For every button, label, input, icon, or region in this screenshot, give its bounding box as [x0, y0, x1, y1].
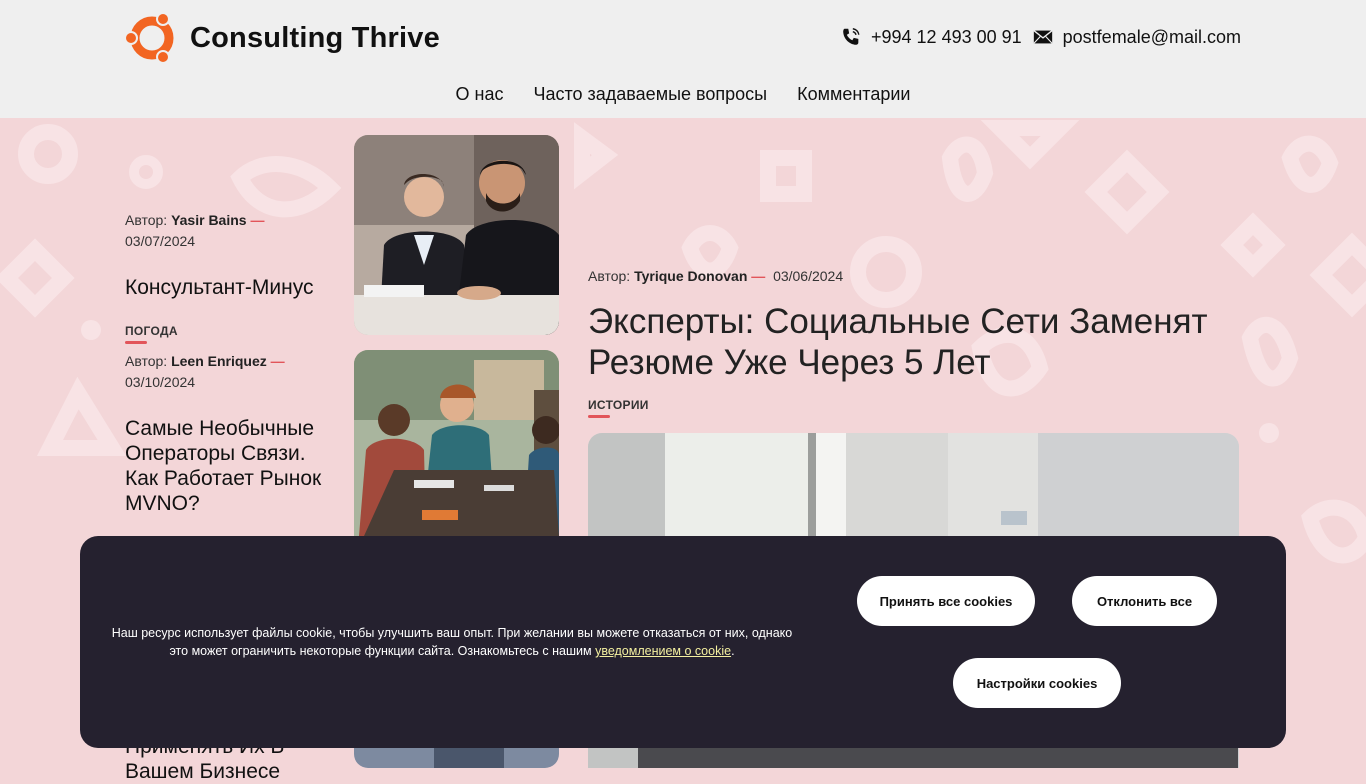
logo-icon — [124, 12, 174, 64]
site-logo[interactable]: Consulting Thrive — [124, 10, 440, 66]
cookie-policy-link[interactable]: уведомлением о cookie — [595, 644, 731, 658]
meta-separator: — — [250, 212, 265, 228]
author-prefix: Автор: — [588, 268, 631, 284]
meta-separator: — — [751, 268, 766, 284]
author-name[interactable]: Tyrique Donovan — [634, 268, 747, 284]
photo-office-meeting — [354, 135, 559, 335]
site-header: Consulting Thrive +994 12 493 00 91 post… — [0, 0, 1366, 118]
author-prefix: Автор: — [125, 212, 168, 228]
nav-item-comments[interactable]: Комментарии — [797, 84, 910, 105]
post-date: 03/06/2024 — [773, 268, 844, 284]
post-date: 03/10/2024 — [125, 374, 196, 390]
cookie-settings-button[interactable]: Настройки cookies — [953, 658, 1121, 708]
post-tag[interactable]: ПОГОДА — [125, 322, 178, 344]
post-title[interactable]: Консультант-Минус — [125, 275, 335, 300]
author-name[interactable]: Leen Enriquez — [171, 353, 267, 369]
accept-cookies-button[interactable]: Принять все cookies — [857, 576, 1035, 626]
tag-label: ПОГОДА — [125, 324, 178, 344]
post-meta: Автор: Yasir Bains — 03/07/2024 — [125, 210, 325, 252]
mail-icon — [1033, 30, 1053, 44]
main-nav: О нас Часто задаваемые вопросы Комментар… — [0, 84, 1366, 105]
post-date: 03/07/2024 — [125, 233, 196, 249]
tag-label: ИСТОРИИ — [588, 398, 649, 418]
cookie-banner: Наш ресурс использует файлы cookie, чтоб… — [80, 536, 1286, 748]
featured-title[interactable]: Эксперты: Социальные Сети Заменят Резюме… — [588, 301, 1238, 383]
author-name[interactable]: Yasir Bains — [171, 212, 247, 228]
author-prefix: Автор: — [125, 353, 168, 369]
photo-team-table — [354, 350, 559, 536]
featured-tag[interactable]: ИСТОРИИ — [588, 396, 649, 418]
phone-number[interactable]: +994 12 493 00 91 — [871, 27, 1022, 48]
nav-item-about[interactable]: О нас — [456, 84, 504, 105]
nav-item-faq[interactable]: Часто задаваемые вопросы — [533, 84, 767, 105]
post-image[interactable] — [354, 135, 559, 335]
cookie-text-end: . — [731, 644, 735, 658]
cookie-message: Наш ресурс использует файлы cookie, чтоб… — [102, 624, 802, 660]
post-meta: Автор: Leen Enriquez — 03/10/2024 — [125, 351, 325, 393]
contact-info: +994 12 493 00 91 postfemale@mail.com — [840, 26, 1241, 48]
meta-separator: — — [270, 353, 285, 369]
brand-name: Consulting Thrive — [190, 21, 440, 54]
post-title[interactable]: Самые Необычные Операторы Связи. Как Раб… — [125, 416, 325, 516]
post-image[interactable] — [354, 350, 559, 536]
email-address[interactable]: postfemale@mail.com — [1063, 27, 1241, 48]
phone-icon — [843, 28, 860, 45]
featured-meta: Автор: Tyrique Donovan — 03/06/2024 — [588, 266, 1188, 287]
reject-cookies-button[interactable]: Отклонить все — [1072, 576, 1217, 626]
